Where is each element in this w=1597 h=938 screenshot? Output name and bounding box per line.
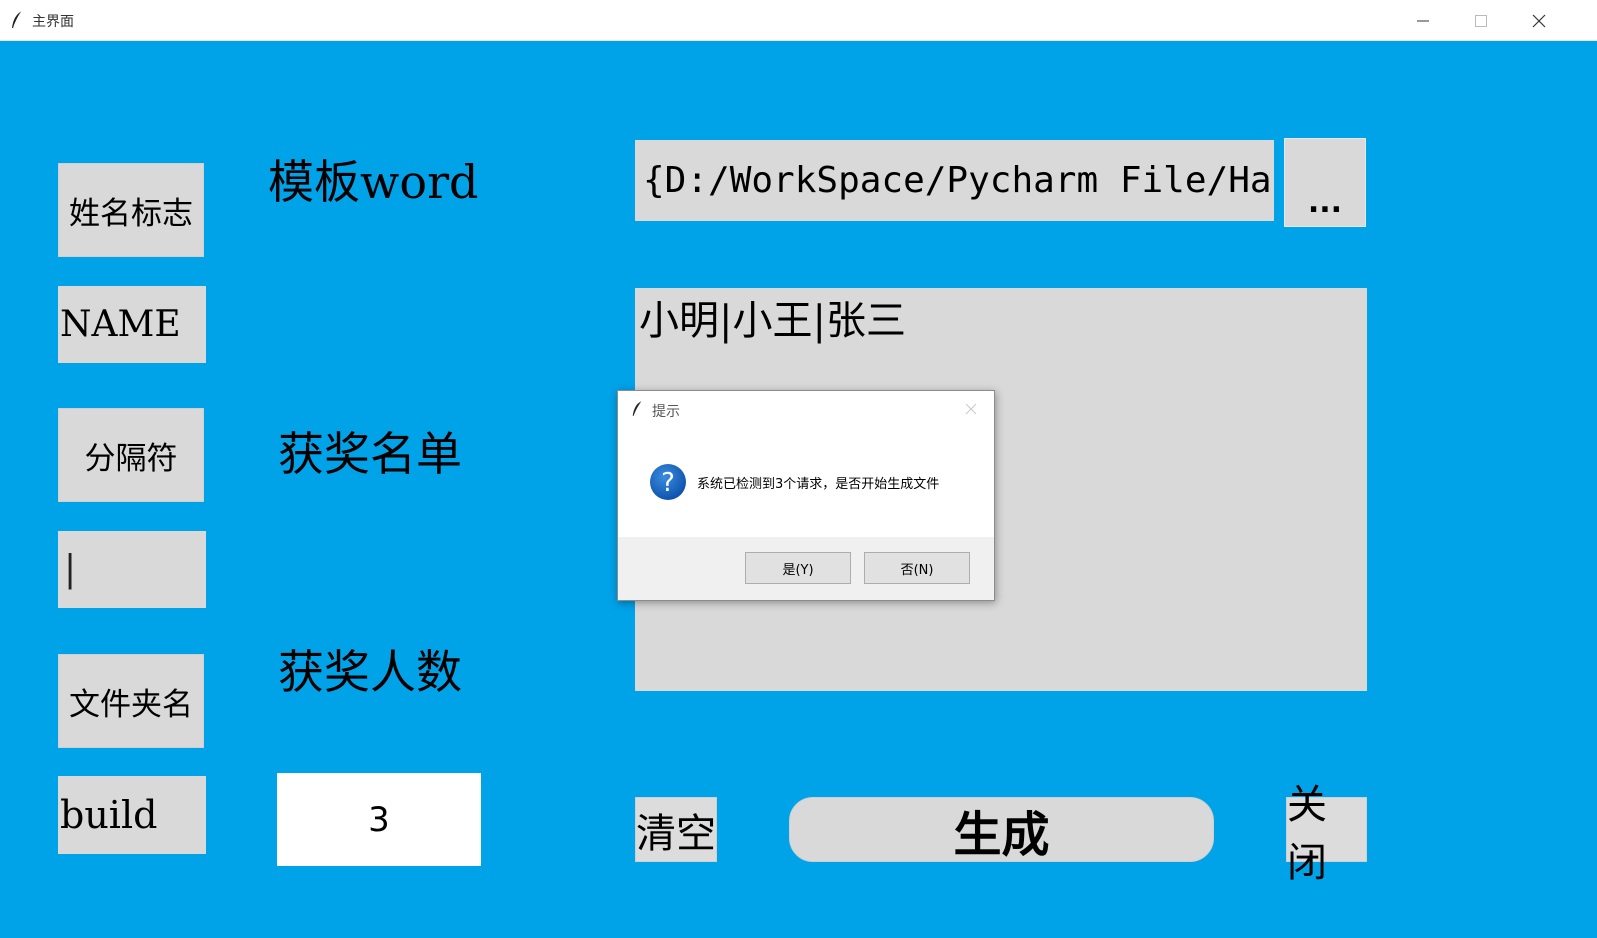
template-word-label: 模板word <box>268 155 479 209</box>
main-window: 主界面 姓名标志 NAME 分隔符 | 文件夹名 build 模板word 获奖… <box>0 0 1597 938</box>
close-window-button[interactable] <box>1510 0 1568 40</box>
yes-button[interactable]: 是(Y) <box>745 552 851 584</box>
separator-input[interactable]: | <box>58 531 206 608</box>
browse-button[interactable]: ... <box>1284 138 1366 227</box>
close-button[interactable]: 关闭 <box>1286 782 1367 886</box>
folder-name-input[interactable]: build <box>58 776 206 854</box>
winner-count-label: 获奖人数 <box>278 645 462 699</box>
confirm-dialog: 提示 ? 系统已检测到3个请求，是否开始生成文件 是(Y) 否(N) <box>617 390 995 601</box>
clear-button[interactable]: 清空 <box>635 797 717 862</box>
folder-name-button[interactable]: 文件夹名 <box>58 654 204 748</box>
window-title: 主界面 <box>32 14 74 30</box>
maximize-button[interactable] <box>1452 0 1510 40</box>
winner-count-input[interactable]: 3 <box>277 773 481 866</box>
minimize-button[interactable] <box>1394 0 1452 40</box>
dialog-close-icon[interactable] <box>964 401 978 420</box>
feather-icon <box>631 400 643 422</box>
svg-text:?: ? <box>661 468 675 498</box>
feather-icon <box>10 10 24 34</box>
template-path-input[interactable]: {D:/WorkSpace/Pycharm File/Hand <box>635 140 1274 221</box>
name-flag-input[interactable]: NAME <box>58 286 206 363</box>
no-button[interactable]: 否(N) <box>864 552 970 584</box>
dialog-message: 系统已检测到3个请求，是否开始生成文件 <box>697 477 940 492</box>
winners-text: 小明|小王|张三 <box>639 298 906 344</box>
generate-button[interactable]: 生成 <box>789 797 1214 863</box>
title-bar: 主界面 <box>0 0 1597 41</box>
dialog-footer: 是(Y) 否(N) <box>618 537 994 600</box>
winners-list-label: 获奖名单 <box>278 427 462 481</box>
separator-button[interactable]: 分隔符 <box>58 408 204 502</box>
name-flag-button[interactable]: 姓名标志 <box>58 163 204 257</box>
dialog-title: 提示 <box>652 404 680 420</box>
question-icon: ? <box>649 463 687 505</box>
